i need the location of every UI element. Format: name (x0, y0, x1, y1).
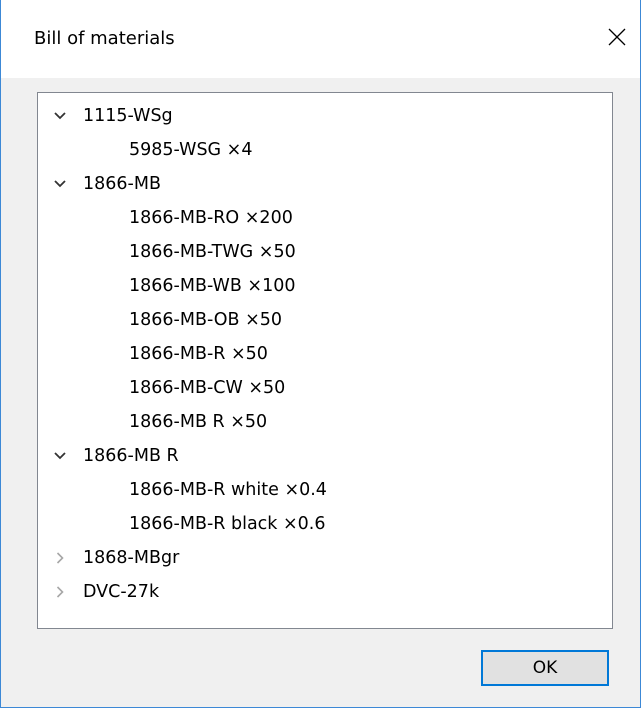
tree-child-label: 1866-MB-OB ×50 (129, 310, 283, 330)
tree-node[interactable]: 1866-MB (38, 167, 612, 201)
tree-child-label: 1866-MB-R white ×0.4 (129, 480, 327, 500)
tree-child-label: 1866-MB-WB ×100 (129, 276, 296, 296)
tree-child-item[interactable]: 1866-MB-R white ×0.4 (38, 473, 612, 507)
ok-button[interactable]: OK (481, 650, 609, 686)
close-icon (608, 28, 626, 46)
tree-child-item[interactable]: 1866-MB-TWG ×50 (38, 235, 612, 269)
tree-node[interactable]: DVC-27k (38, 575, 612, 609)
chevron-down-icon[interactable] (52, 448, 68, 464)
tree-child-item[interactable]: 1866-MB-WB ×100 (38, 269, 612, 303)
tree-child-label: 1866-MB-CW ×50 (129, 378, 286, 398)
tree-child-item[interactable]: 1866-MB-R black ×0.6 (38, 507, 612, 541)
tree-node-label: 1866-MB R (83, 446, 179, 466)
tree-child-label: 1866-MB-TWG ×50 (129, 242, 296, 262)
tree-child-item[interactable]: 5985-WSG ×4 (38, 133, 612, 167)
tree-node[interactable]: 1115-WSg (38, 99, 612, 133)
tree-child-label: 5985-WSG ×4 (129, 140, 253, 160)
tree-child-item[interactable]: 1866-MB-CW ×50 (38, 371, 612, 405)
tree-child-item[interactable]: 1866-MB-R ×50 (38, 337, 612, 371)
chevron-down-icon[interactable] (52, 176, 68, 192)
tree-child-label: 1866-MB R ×50 (129, 412, 268, 432)
dialog-window: Bill of materials 1115-WSg 5985-WSG ×4 186… (0, 0, 641, 708)
tree-child-item[interactable]: 1866-MB-OB ×50 (38, 303, 612, 337)
tree-list: 1115-WSg 5985-WSG ×4 1866-MB 1866-MB-RO ×20… (38, 99, 612, 609)
tree-child-label: 1866-MB-R black ×0.6 (129, 514, 326, 534)
tree-node-label: DVC-27k (83, 582, 160, 602)
window-title: Bill of materials (34, 28, 175, 49)
tree-child-label: 1866-MB-R ×50 (129, 344, 268, 364)
close-button[interactable] (594, 14, 640, 60)
tree-node[interactable]: 1866-MB R (38, 439, 612, 473)
tree-child-item[interactable]: 1866-MB R ×50 (38, 405, 612, 439)
chevron-down-icon[interactable] (52, 108, 68, 124)
tree-node-label: 1868-MBgr (83, 548, 180, 568)
tree-node[interactable]: 1868-MBgr (38, 541, 612, 575)
tree-child-label: 1866-MB-RO ×200 (129, 208, 293, 228)
bom-tree-view[interactable]: 1115-WSg 5985-WSG ×4 1866-MB 1866-MB-RO ×20… (37, 92, 613, 629)
tree-node-label: 1115-WSg (83, 106, 173, 126)
tree-node-label: 1866-MB (83, 174, 161, 194)
chevron-right-icon[interactable] (52, 550, 68, 566)
chevron-right-icon[interactable] (52, 584, 68, 600)
tree-child-item[interactable]: 1866-MB-RO ×200 (38, 201, 612, 235)
title-bar: Bill of materials (1, 0, 640, 78)
